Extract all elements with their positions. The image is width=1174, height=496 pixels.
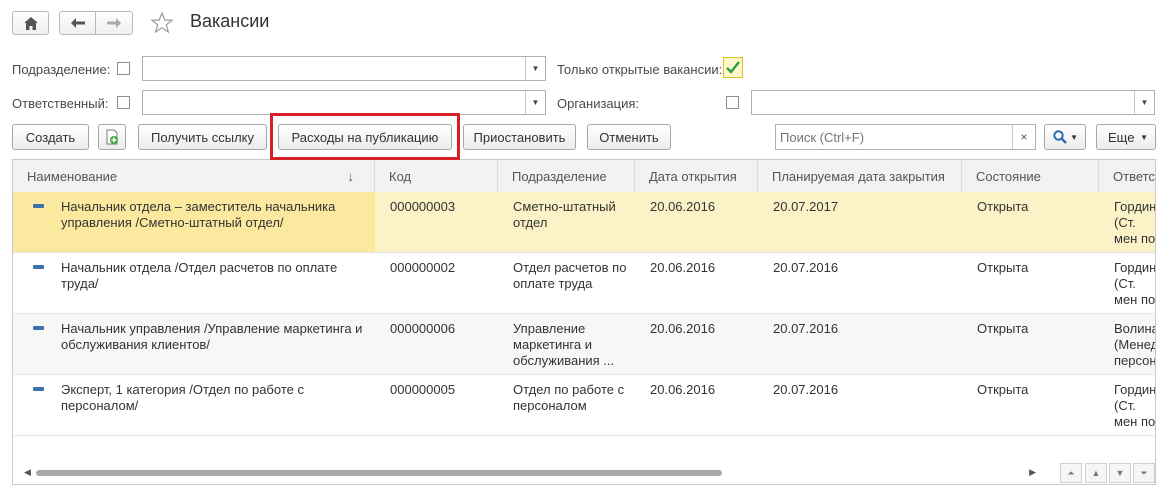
row-item-icon bbox=[33, 204, 44, 208]
department-field[interactable]: ▼ bbox=[142, 56, 546, 81]
row-item-icon bbox=[33, 387, 44, 391]
clear-icon[interactable]: × bbox=[1012, 125, 1035, 149]
scroll-right-icon[interactable]: ▶ bbox=[1029, 467, 1036, 478]
horizontal-scrollbar[interactable]: ◀ ▶ bbox=[24, 466, 1036, 480]
col-header-planned-close[interactable]: Планируемая дата закрытия bbox=[758, 160, 962, 192]
vacancies-table[interactable]: Наименование ↓ Код Подразделение Дата от… bbox=[12, 159, 1156, 485]
organization-field[interactable]: ▼ bbox=[751, 90, 1155, 115]
col-header-department[interactable]: Подразделение bbox=[498, 160, 635, 192]
home-icon bbox=[23, 16, 38, 30]
responsible-checkbox[interactable] bbox=[117, 96, 130, 109]
search-input-wrapper[interactable]: × bbox=[775, 124, 1036, 150]
col-header-name[interactable]: Наименование ↓ bbox=[13, 160, 375, 192]
back-button[interactable] bbox=[59, 11, 96, 35]
more-button[interactable]: Еще ▼ bbox=[1096, 124, 1156, 150]
check-icon bbox=[726, 61, 740, 74]
table-row[interactable]: Начальник управления /Управление маркети… bbox=[13, 314, 1155, 375]
search-input[interactable] bbox=[776, 125, 1014, 149]
col-header-code[interactable]: Код bbox=[375, 160, 498, 192]
col-header-responsible[interactable]: Ответс bbox=[1099, 160, 1155, 192]
table-header: Наименование ↓ Код Подразделение Дата от… bbox=[13, 160, 1155, 193]
chevron-down-icon: ▼ bbox=[1140, 133, 1148, 142]
table-row[interactable]: Начальник отдела /Отдел расчетов по опла… bbox=[13, 253, 1155, 314]
scroll-to-bottom-icon[interactable]: ⏷ bbox=[1133, 463, 1155, 483]
add-document-icon bbox=[106, 129, 118, 145]
scroll-to-top-icon[interactable]: ⏶ bbox=[1060, 463, 1082, 483]
table-row[interactable]: Начальник отдела – заместитель начальник… bbox=[13, 192, 1155, 253]
search-icon bbox=[1053, 130, 1067, 144]
more-label: Еще bbox=[1108, 129, 1135, 145]
table-row[interactable]: Эксперт, 1 категория /Отдел по работе с … bbox=[13, 375, 1155, 436]
only-open-checkbox[interactable] bbox=[723, 57, 743, 78]
star-icon bbox=[150, 11, 174, 34]
sort-desc-icon: ↓ bbox=[347, 168, 355, 184]
page-title: Вакансии bbox=[190, 11, 270, 31]
department-label: Подразделение: bbox=[12, 62, 111, 77]
row-item-icon bbox=[33, 326, 44, 330]
col-header-opened[interactable]: Дата открытия bbox=[635, 160, 758, 192]
chevron-down-icon[interactable]: ▼ bbox=[1134, 91, 1154, 114]
responsible-field[interactable]: ▼ bbox=[142, 90, 546, 115]
forward-button[interactable] bbox=[95, 11, 133, 35]
col-header-state[interactable]: Состояние bbox=[962, 160, 1099, 192]
home-button[interactable] bbox=[12, 11, 49, 35]
responsible-label: Ответственный: bbox=[12, 96, 109, 111]
scroll-down-icon[interactable]: ▼ bbox=[1109, 463, 1131, 483]
only-open-label: Только открытые вакансии: bbox=[557, 62, 723, 77]
scrollbar-thumb[interactable] bbox=[36, 470, 722, 476]
chevron-down-icon: ▼ bbox=[1070, 133, 1078, 142]
back-icon bbox=[70, 18, 85, 28]
get-link-button[interactable]: Получить ссылку bbox=[138, 124, 267, 150]
organization-label: Организация: bbox=[557, 96, 640, 111]
suspend-button[interactable]: Приостановить bbox=[463, 124, 576, 150]
highlight-frame bbox=[270, 113, 460, 160]
search-button[interactable]: ▼ bbox=[1044, 124, 1086, 150]
row-item-icon bbox=[33, 265, 44, 269]
create-button[interactable]: Создать bbox=[12, 124, 89, 150]
chevron-down-icon[interactable]: ▼ bbox=[525, 91, 545, 114]
scroll-up-icon[interactable]: ▲ bbox=[1085, 463, 1107, 483]
cancel-vacancy-button[interactable]: Отменить bbox=[587, 124, 671, 150]
favorite-button[interactable] bbox=[150, 11, 176, 35]
organization-checkbox[interactable] bbox=[726, 96, 739, 109]
chevron-down-icon[interactable]: ▼ bbox=[525, 57, 545, 80]
department-checkbox[interactable] bbox=[117, 62, 130, 75]
add-copy-button[interactable] bbox=[98, 124, 126, 150]
scroll-left-icon[interactable]: ◀ bbox=[24, 467, 31, 478]
forward-icon bbox=[107, 18, 121, 28]
